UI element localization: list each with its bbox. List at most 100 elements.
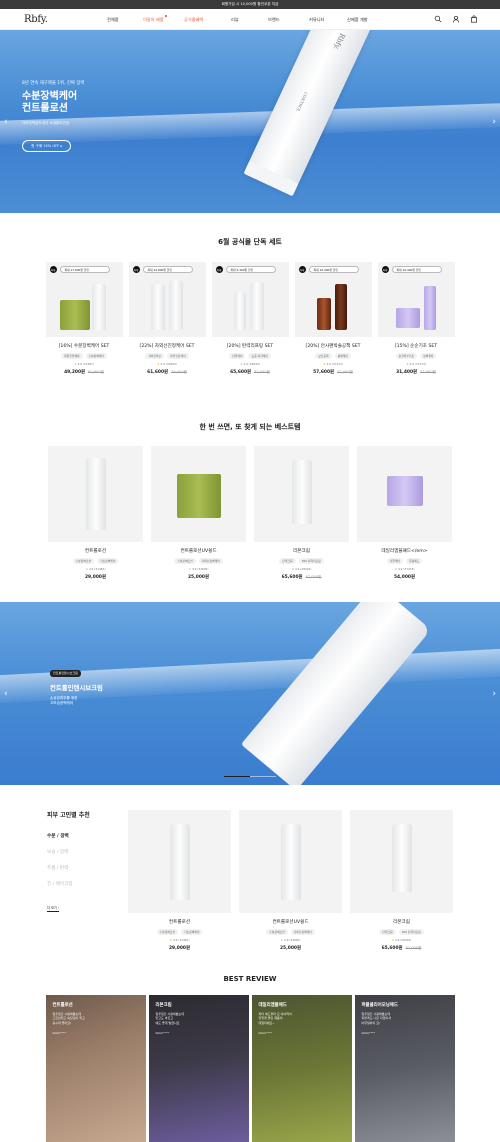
product-card[interactable]: 최대 최대 10,800원 할인 [22%] 자외선진정케어 SET 자외선차단… [128,262,206,375]
product-image[interactable] [128,810,231,913]
product-name[interactable]: [15%] 순순기초 SET [378,343,455,349]
product-card[interactable]: 최대 최대 17,600원 할인 [16%] 수분장벽케어 SET 회원할인혜택… [45,262,123,376]
review-card[interactable]: 데일리앰플패드 피터 에드볼마 요 이야먹어 뒤렇게 물린 제품이 데일리에요~ b… [251,995,352,1142]
product-name[interactable]: 데일리앰플패드</em> [357,548,452,554]
nav-community[interactable]: 커뮤니티 [309,17,324,23]
product-card[interactable]: 컨트롤로션UV쉴드 수분장벽로션 자외선장벽케어 ★ 4.9 (34600) 25… [239,810,342,951]
product-price: 65,600원 82,000원 [281,575,322,581]
skin-tab-moisture[interactable]: 수분 / 장벽 [47,833,90,839]
product-name[interactable]: 리본크림 [254,548,349,554]
product-name[interactable]: [20%] 탄력리프팅 SET [212,343,289,349]
product-image[interactable]: 최대 최대 10,800원 할인 [128,262,206,337]
product-tag: 기초장벽케어 [97,558,119,565]
coupon-label[interactable]: 최대 17,600원 할인 [59,266,110,273]
product-tag: 수분장벽로션 [266,929,288,936]
banner2-next-arrow-icon[interactable]: › [492,689,496,699]
product-price: 25,000원 [188,575,209,581]
promo-topbar[interactable]: 회원가입 시 10,000원 할인쿠폰 지급 [0,0,500,9]
product-tag: 360 탄력리프팅 [298,558,324,565]
hero-title-line1: 수분장벽케어 [22,91,78,102]
product-tag: 수분장벽로션 [156,929,178,936]
banner2-prev-arrow-icon[interactable]: ‹ [4,689,8,699]
product-price: 57,600원 72,000원 [313,370,353,376]
more-button[interactable]: 더 보기 › [47,905,60,912]
product-card[interactable]: 최대 최대 5,400원 할인 [20%] 탄력리프팅 SET 탄력케어 모공·피… [211,262,289,375]
product-name[interactable]: [22%] 자외선진정케어 SET [129,343,206,349]
logo[interactable]: Rbfy. [24,14,102,25]
product-rating: ★ 4.9 (34600) [157,362,177,367]
product-tag: 360 탄력리프팅 [398,929,424,936]
max-badge: 최대 [132,266,140,273]
product-price: 25,000원 [280,946,301,952]
product-rating: ★ 4.9 (28244) [391,938,412,943]
product-card[interactable]: 컨트롤로션 수분장벽로션 기초장벽케어 ★ 4.9 (31487) 29,000원 [48,446,143,580]
product-price: 31,400원 37,000원 [396,370,436,376]
coupon-label[interactable]: 최대 10,800원 할인 [142,266,193,273]
review-card[interactable]: 퍼블클리어모닝패드 일주일간 사용해봤는데 피붙게도 나은 더없이서 아무일하지 요… [354,995,455,1142]
product-card[interactable]: 리본크림 탄력크림 360 탄력리프팅 ★ 4.9 (28244) 65,600원… [350,810,453,951]
product-image[interactable]: 최대 최대 17,600원 할인 [45,262,123,337]
header-icons [434,15,478,23]
product-card[interactable]: 리본크림 탄력크림 360 탄력리프팅 ★ 4.9 (28244) 65,600원… [254,446,349,580]
cart-icon[interactable] [470,15,478,23]
product-card[interactable]: 최대 최대 16,400원 할인 [20%] 안사랜박솔공책 SET 보습공책 광… [294,262,372,376]
skin-tab-hydration[interactable]: 보습 / 장벽 [47,849,90,855]
product-image[interactable]: 최대 최대 16,400원 할인 [294,262,372,337]
review-text: 피터 에드볼마 요 이야먹어 뒤렇게 물린 제품이 데일리에요~ [258,1012,292,1025]
product-name[interactable]: 컨트롤로션UV쉴드 [151,548,246,554]
product-tag: 탄력크림 [379,929,396,936]
product-image[interactable] [151,446,246,542]
product-tag: 자외선차단 [145,353,165,360]
nav-monthly-product[interactable]: 이달의 제품 [143,15,167,23]
nav-review[interactable]: 리뷰 [231,17,239,23]
hero-banner[interactable]: CONTROL Rbfy. 8년 연속 재구매율 1위, 진짜 장벽 수분장벽케… [0,30,500,213]
product-image[interactable]: 최대 최대 16,400원 할인 [377,262,455,337]
product-name[interactable]: [20%] 안사랜박솔공책 SET [295,343,372,349]
product-image[interactable] [350,810,453,913]
product-card[interactable]: 데일리앰플패드</em> 각질케어 물광패드 ★ 4.9 (37474) 54,0… [357,446,452,580]
review-user: bbbb**** [258,1031,273,1036]
product-price: 65,600원 82,000원 [381,946,422,952]
product-image[interactable] [254,446,349,542]
product-image[interactable] [48,446,143,542]
product-image[interactable]: 최대 최대 5,400원 할인 [211,262,289,337]
search-icon[interactable] [434,15,442,23]
best-review-section: BEST REVIEW 컨트롤로션 일주일간 사용해봤는데 고르반되고 속당김이 … [0,975,500,1142]
banner-product-tube [240,602,432,785]
star-icon: ★ [291,567,295,572]
nav-all-products[interactable]: 전체품 [107,17,119,23]
max-badge: 최대 [298,266,306,273]
star-icon: ★ [391,938,395,943]
hero-description: 더마장벽습도개선 #재발모관성 [22,121,70,125]
product-name[interactable]: 리본크림 [350,919,453,925]
hero-copy: 8년 연속 재구매율 1위, 진짜 장벽 수분장벽케어 컨트롤로션 더마장벽습도개… [22,80,84,152]
product-name[interactable]: 컨트롤로션UV쉴드 [239,919,342,925]
product-name[interactable]: 컨트롤로션 [128,919,231,925]
product-image[interactable] [239,810,342,913]
skin-tab-makeup[interactable]: 진 / 메이크업 [47,881,90,887]
product-name[interactable]: 컨트롤로션 [48,548,143,554]
nav-benefits[interactable]: 공식몰혜택 [184,17,203,23]
review-user: bbbb**** [155,1031,170,1036]
coupon-label[interactable]: 최대 16,400원 할인 [308,266,359,273]
hero-cta-button[interactable]: 첫 구매 15% OFF ▸ [22,140,72,152]
product-card[interactable]: 최대 최대 16,400원 할인 [15%] 순순기초 SET 순한피부기초 장벽… [377,262,455,376]
product-image[interactable] [357,446,452,542]
product-card[interactable]: 컨트롤로션 수분장벽로션 기초장벽케어 ★ 4.9 (31487) 29,000원 [128,810,231,951]
product-card[interactable]: 컨트롤로션UV쉴드 수분장벽로션 자외선장벽케어 ★ 4.9 (34600) 25… [151,446,246,580]
skin-tab-wrinkle[interactable]: 주름 / 탄력 [47,865,90,871]
review-card[interactable]: 리본크림 일주일간 사용해봤는데 맞고도 바르고 에도 좋게 발렸나요 bbbb**… [148,995,249,1142]
user-icon[interactable] [452,15,460,23]
coupon-label[interactable]: 최대 5,400원 할인 [225,266,276,273]
hero-next-arrow-icon[interactable]: › [492,117,496,127]
product-price: 49,200원 60,800원 [64,370,104,376]
banner2-line1: 손상된피부를 위한 [50,695,78,700]
coupon-label[interactable]: 최대 16,400원 할인 [391,266,442,273]
hero-prev-arrow-icon[interactable]: ‹ [4,117,8,127]
nav-brand[interactable]: 브랜드 [268,17,280,23]
nav-new-product-dev[interactable]: 신제품 개발 [347,17,368,23]
product-tag: 장벽케어 [420,353,437,360]
review-card[interactable]: 컨트롤로션 일주일간 사용해봤는데 고르반되고 속당김이 적고 흡수력 좋아요! b… [45,995,146,1142]
promo-banner-2[interactable]: 컨트롤인텐시브크림 컨트롤인텐시브크림 손상된피부를 위한 고보습장벽케어 ‹ › [0,602,500,785]
product-name[interactable]: [16%] 수분장벽케어 SET [46,343,123,349]
